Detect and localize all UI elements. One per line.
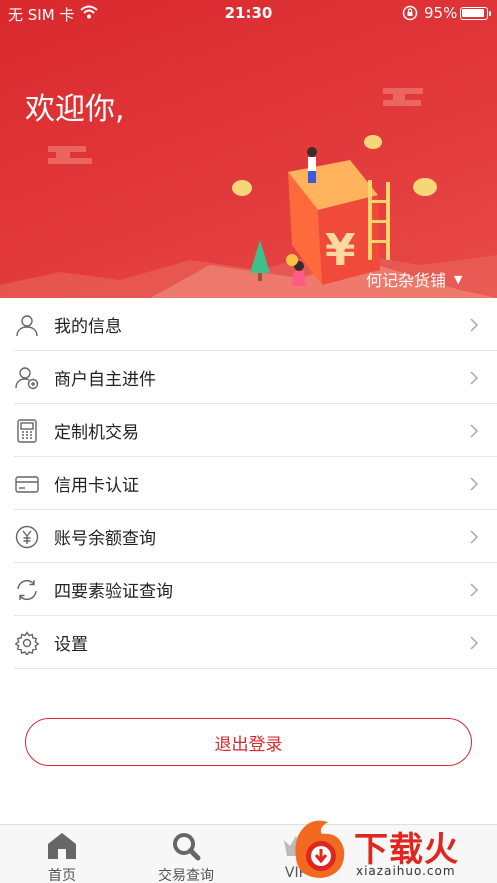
shop-name: 何记杂货铺 — [366, 271, 447, 290]
credit-card-icon — [14, 471, 40, 497]
refresh-icon — [14, 577, 40, 603]
chevron-right-icon — [470, 317, 479, 332]
menu-item-label: 四要素验证查询 — [54, 582, 173, 602]
user-add-icon — [14, 365, 40, 391]
tab-label: 首页 — [48, 868, 76, 883]
menu-item-four-factor-verify[interactable]: 四要素验证查询 — [0, 563, 497, 616]
menu-item-label: 信用卡认证 — [54, 476, 139, 496]
chevron-right-icon — [470, 423, 479, 438]
watermark-site: xiazaihuo.com — [356, 864, 456, 878]
flame-logo-icon — [295, 820, 345, 878]
tab-label: 交易查询 — [158, 868, 214, 883]
orientation-lock-icon — [402, 5, 418, 25]
battery-icon — [460, 7, 491, 20]
header-banner: ¥ 无 SIM 卡 21:30 95% 欢迎你, 何记杂货铺 ▼ — [0, 0, 497, 298]
menu-item-credit-card-auth[interactable]: 信用卡认证 — [0, 457, 497, 510]
menu-item-label: 商户自主进件 — [54, 370, 156, 390]
menu-item-my-info[interactable]: 我的信息 — [0, 298, 497, 351]
menu-item-custom-terminal[interactable]: 定制机交易 — [0, 404, 497, 457]
chevron-right-icon — [470, 582, 479, 597]
shop-selector[interactable]: 何记杂货铺 ▼ — [366, 267, 462, 291]
user-icon — [14, 312, 40, 338]
menu-item-merchant-onboarding[interactable]: 商户自主进件 — [0, 351, 497, 404]
menu-item-label: 定制机交易 — [54, 423, 139, 443]
menu-item-balance-query[interactable]: 账号余额查询 — [0, 510, 497, 563]
battery-percent: 95% — [424, 4, 458, 22]
welcome-text: 欢迎你, — [25, 92, 125, 127]
menu-item-label: 设置 — [54, 635, 88, 655]
menu-item-settings[interactable]: 设置 — [0, 616, 497, 669]
menu-item-label: 账号余额查询 — [54, 529, 156, 549]
pos-terminal-icon — [14, 418, 40, 444]
gear-icon — [14, 630, 40, 656]
tab-transaction-query[interactable]: 交易查询 — [136, 831, 236, 883]
search-icon — [136, 831, 236, 861]
logout-button[interactable]: 退出登录 — [25, 718, 472, 766]
status-bar: 无 SIM 卡 21:30 95% — [0, 0, 497, 26]
status-time: 21:30 — [224, 4, 273, 22]
caret-down-icon: ▼ — [454, 272, 463, 286]
watermark-logo: 下载火 xiazaihuo.com — [288, 816, 497, 883]
chevron-right-icon — [470, 476, 479, 491]
yuan-symbol-icon: ¥ — [325, 225, 356, 276]
tab-home[interactable]: 首页 — [12, 831, 112, 883]
menu-list: 我的信息 商户自主进件 定制机交易 信用卡认证 账号余额查询 四要素验证查询 设… — [0, 298, 497, 669]
yuan-coin-icon — [14, 524, 40, 550]
chevron-right-icon — [470, 529, 479, 544]
chevron-right-icon — [470, 635, 479, 650]
chevron-right-icon — [470, 370, 479, 385]
menu-item-label: 我的信息 — [54, 317, 122, 337]
home-icon — [12, 831, 112, 861]
